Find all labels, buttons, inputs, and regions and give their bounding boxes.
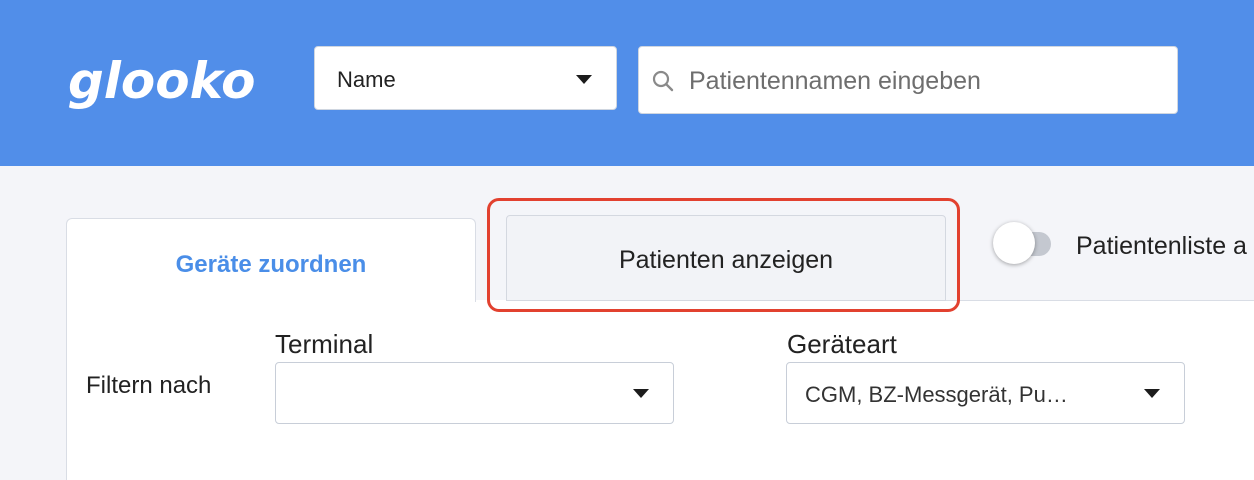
search-type-select[interactable]: Name: [314, 46, 617, 110]
tab-geraete-zuordnen[interactable]: Geräte zuordnen: [66, 218, 476, 302]
device-type-select[interactable]: CGM, BZ-Messgerät, Pu…: [786, 362, 1185, 424]
tab-patienten-anzeigen[interactable]: Patienten anzeigen: [506, 215, 946, 301]
patient-list-toggle[interactable]: [993, 222, 1057, 264]
terminal-label: Terminal: [275, 329, 374, 359]
search-icon: [652, 70, 674, 92]
glooko-logo[interactable]: glooko: [66, 42, 266, 122]
tab-label: Geräte zuordnen: [175, 251, 367, 278]
toggle-knob: [993, 222, 1035, 264]
chevron-down-icon: [576, 75, 592, 84]
device-type-value: CGM, BZ-Messgerät, Pu…: [805, 382, 1068, 407]
chevron-down-icon: [633, 389, 649, 398]
chevron-down-icon: [1144, 389, 1160, 398]
patient-search-box[interactable]: [638, 46, 1178, 114]
filter-by-label: Filtern nach: [86, 372, 212, 399]
search-type-value: Name: [337, 67, 396, 92]
patient-search-input[interactable]: [687, 61, 1157, 101]
toggle-label: Patientenliste a: [1076, 232, 1247, 260]
top-header: glooko Name: [0, 0, 1254, 166]
device-type-label: Geräteart: [787, 329, 897, 359]
tab-label: Patienten anzeigen: [618, 246, 834, 274]
tab-divider: [946, 300, 1254, 301]
logo-text: glooko: [68, 52, 255, 110]
terminal-select[interactable]: [275, 362, 674, 424]
